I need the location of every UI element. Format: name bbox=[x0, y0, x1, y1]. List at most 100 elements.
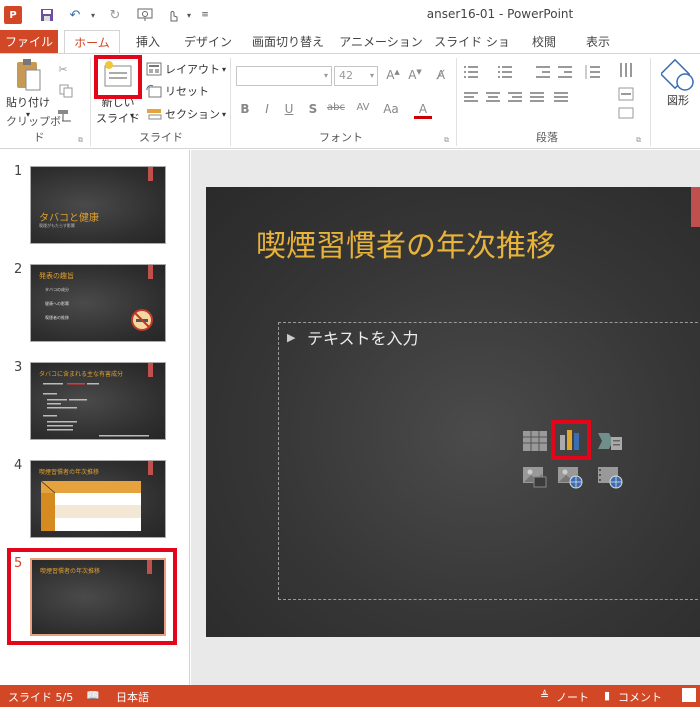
font-name-combo[interactable]: ▾ bbox=[236, 66, 332, 86]
thumbnail-text-lines bbox=[43, 383, 149, 437]
reset-button[interactable]: リセット bbox=[146, 82, 209, 100]
numbering-icon[interactable] bbox=[498, 64, 518, 84]
font-size-combo[interactable]: 42 ▾ bbox=[334, 66, 378, 86]
layout-icon bbox=[146, 62, 162, 76]
bullets-icon[interactable] bbox=[464, 64, 484, 84]
highlight-box bbox=[94, 55, 142, 99]
line-spacing-icon[interactable] bbox=[584, 64, 604, 84]
dialog-launcher-icon[interactable]: ⧉ bbox=[636, 136, 641, 145]
align-left-icon[interactable] bbox=[464, 90, 594, 109]
shapes-button[interactable]: 図形 bbox=[656, 58, 700, 128]
insert-online-picture-icon[interactable] bbox=[557, 465, 583, 489]
clear-formatting-icon[interactable]: A̸ bbox=[432, 68, 450, 82]
tab-design[interactable]: デザイン bbox=[178, 30, 238, 54]
slide-thumbnail-4[interactable]: 喫煙習慣者の年次推移 bbox=[30, 460, 166, 538]
title-bar: P ↶ ▾ ↻ ▾ ≡ anser16-01 - PowerPoint bbox=[0, 0, 700, 30]
shapes-icon bbox=[661, 58, 694, 91]
reset-icon bbox=[146, 84, 162, 98]
chevron-down-icon: ▾ bbox=[323, 71, 328, 80]
slide-thumbnail-3[interactable]: タバコに含まれる主な有害成分 bbox=[30, 362, 166, 440]
tab-review[interactable]: 校閲 bbox=[524, 30, 564, 54]
insert-table-icon[interactable] bbox=[522, 429, 548, 453]
shadow-button[interactable]: S bbox=[304, 102, 322, 116]
divider bbox=[456, 58, 457, 146]
normal-view-icon[interactable] bbox=[682, 688, 696, 702]
chevron-down-icon: ▾ bbox=[130, 111, 135, 120]
thumbnail-title: 発表の趣旨 bbox=[39, 272, 74, 280]
tab-view[interactable]: 表示 bbox=[576, 30, 620, 54]
shrink-font-icon[interactable]: A▼ bbox=[406, 68, 424, 82]
cut-icon[interactable]: ✂ bbox=[54, 60, 72, 78]
insert-smartart-icon[interactable] bbox=[597, 429, 623, 453]
notes-button[interactable]: ノート bbox=[556, 689, 589, 705]
tab-transitions[interactable]: 画面切り替え bbox=[246, 30, 330, 54]
thumbnail-title: 喫煙習慣者の年次推移 bbox=[39, 469, 100, 476]
underline-button[interactable]: U bbox=[280, 102, 298, 116]
language-indicator[interactable]: 日本語 bbox=[116, 689, 149, 705]
thumbnail-title: タバコと健康 bbox=[39, 213, 99, 224]
accent-bar bbox=[691, 187, 700, 227]
text-direction-icon[interactable] bbox=[618, 62, 634, 84]
accent-bar bbox=[148, 461, 153, 475]
decrease-indent-icon[interactable] bbox=[536, 64, 552, 84]
align-text-icon[interactable] bbox=[618, 86, 634, 106]
thumbnail-subtitle: 喫煙がもたらす影響 bbox=[39, 223, 75, 228]
accent-bar bbox=[148, 265, 153, 279]
section-button[interactable]: セクション ▾ bbox=[146, 105, 226, 123]
paste-icon bbox=[17, 59, 41, 91]
comments-button[interactable]: コメント bbox=[618, 689, 662, 705]
ribbon: 貼り付け ▾ ✂ クリップボード ⧉ 新しい スライド ▾ レイアウト ▾ リセッ… bbox=[0, 53, 700, 149]
paragraph-group-label: 段落 bbox=[536, 131, 558, 144]
tab-slideshow[interactable]: スライド ショー bbox=[432, 30, 512, 73]
layout-button[interactable]: レイアウト ▾ bbox=[146, 60, 226, 78]
thumbnail-bullet: 喫煙者の推移 bbox=[45, 315, 69, 320]
notes-icon[interactable]: ≜ bbox=[540, 689, 549, 702]
thumbnail-bullet: タバコの成分 bbox=[45, 287, 69, 292]
strikethrough-button[interactable]: abc bbox=[324, 102, 348, 113]
slide-thumbnails-pane: 1 タバコと健康 喫煙がもたらす影響 2 発表の趣旨 タバコの成分 健康への影響… bbox=[0, 150, 190, 685]
slide-thumbnail-1[interactable]: タバコと健康 喫煙がもたらす影響 bbox=[30, 166, 166, 244]
thumbnail-title: タバコに含まれる主な有害成分 bbox=[39, 371, 124, 378]
reset-label: リセット bbox=[165, 85, 209, 98]
spelling-check-icon[interactable]: 📖 bbox=[86, 689, 100, 702]
ribbon-tabs: ファイル ホーム 挿入 デザイン 画面切り替え アニメーション スライド ショー… bbox=[0, 30, 700, 73]
accent-bar bbox=[148, 167, 153, 181]
section-label: セクション bbox=[165, 108, 220, 121]
insert-video-icon[interactable] bbox=[597, 465, 623, 489]
comments-icon[interactable]: ▮ bbox=[604, 689, 610, 702]
insert-picture-icon[interactable] bbox=[522, 465, 548, 489]
placeholder-text: テキストを入力 bbox=[307, 329, 419, 348]
window-title: anser16-01 - PowerPoint bbox=[426, 7, 574, 21]
highlight-box bbox=[551, 420, 591, 460]
font-group-label: フォント bbox=[319, 131, 363, 144]
dialog-launcher-icon[interactable]: ⧉ bbox=[78, 136, 83, 145]
thumbnail-table bbox=[41, 481, 141, 531]
slides-group-label: スライド bbox=[139, 131, 183, 144]
paste-label: 貼り付け bbox=[6, 96, 50, 109]
tab-insert[interactable]: 挿入 bbox=[126, 30, 170, 54]
smartart-icon[interactable] bbox=[618, 106, 634, 126]
tab-file[interactable]: ファイル bbox=[0, 30, 58, 54]
slide-thumbnail-2[interactable]: 発表の趣旨 タバコの成分 健康への影響 喫煙者の推移 bbox=[30, 264, 166, 342]
divider bbox=[230, 58, 231, 146]
slide-canvas[interactable]: 喫煙習慣者の年次推移 ▶ テキストを入力 bbox=[206, 187, 700, 637]
highlight-box bbox=[7, 548, 177, 645]
tab-home[interactable]: ホーム bbox=[64, 30, 120, 54]
italic-button[interactable]: I bbox=[258, 102, 276, 116]
section-icon bbox=[147, 109, 162, 120]
change-case-button[interactable]: Aa bbox=[380, 102, 402, 116]
slide-counter: スライド 5/5 bbox=[8, 691, 74, 704]
font-color-button[interactable]: A bbox=[414, 102, 432, 119]
chevron-down-icon: ▾ bbox=[222, 109, 227, 119]
char-spacing-button[interactable]: AV bbox=[352, 102, 374, 113]
thumbnail-number: 2 bbox=[14, 262, 23, 277]
bold-button[interactable]: B bbox=[236, 102, 254, 116]
grow-font-icon[interactable]: A▲ bbox=[384, 68, 402, 82]
tab-animations[interactable]: アニメーション bbox=[338, 30, 424, 54]
increase-indent-icon[interactable] bbox=[558, 64, 574, 84]
content-placeholder[interactable]: ▶ テキストを入力 bbox=[278, 322, 700, 600]
dialog-launcher-icon[interactable]: ⧉ bbox=[444, 136, 449, 145]
slide-title[interactable]: 喫煙習慣者の年次推移 bbox=[256, 221, 556, 265]
copy-icon[interactable] bbox=[54, 82, 78, 100]
accent-bar bbox=[148, 363, 153, 377]
